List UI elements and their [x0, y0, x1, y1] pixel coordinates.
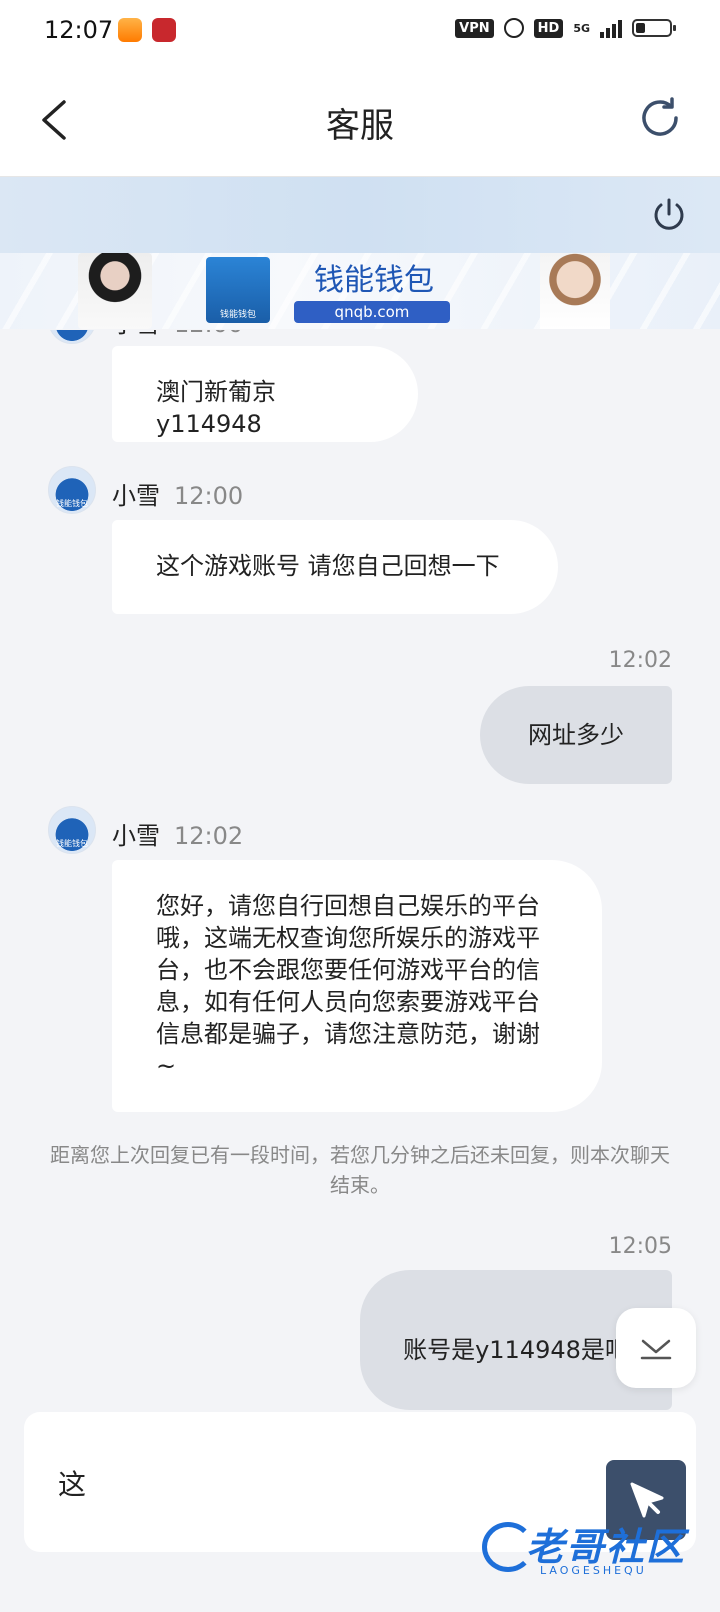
status-icons: VPN HD 5G	[455, 18, 676, 38]
outgoing-message: 网址多少	[480, 686, 672, 784]
status-bar: 12:07 VPN HD 5G	[0, 0, 720, 64]
chat-messages[interactable]: 小雪12:00 澳门新葡京 y114948 钱能钱包 小雪12:00 这个游戏账…	[0, 330, 720, 1410]
refresh-button[interactable]	[638, 96, 682, 144]
ad-banner[interactable]: 钱能钱包 钱能钱包 qnqb.com	[0, 253, 720, 329]
status-time: 12:07	[44, 16, 114, 44]
chevron-down-icon	[640, 1339, 672, 1360]
power-icon	[654, 198, 684, 230]
app-notification-icon	[152, 18, 176, 42]
message-sender: 小雪12:00	[112, 330, 243, 339]
nav-header: 客服	[0, 64, 720, 177]
incoming-message: 澳门新葡京 y114948	[112, 346, 418, 442]
watermark-logo: 老哥社区 LAOGESHEQU	[480, 1516, 700, 1588]
banner-logo: 钱能钱包	[206, 257, 270, 323]
agent-avatar: 钱能钱包	[48, 806, 96, 854]
refresh-icon	[642, 97, 678, 136]
banner-model-image	[78, 253, 152, 329]
session-bar	[0, 177, 720, 253]
banner-url: qnqb.com	[294, 301, 450, 323]
message-time: 12:05	[608, 1234, 672, 1259]
network-type: 5G	[573, 21, 590, 35]
agent-avatar	[48, 330, 96, 344]
scroll-to-bottom-button[interactable]	[616, 1308, 696, 1388]
banner-model-image	[540, 253, 610, 329]
signal-icon	[600, 18, 622, 38]
agent-avatar: 钱能钱包	[48, 466, 96, 514]
end-chat-button[interactable]	[652, 197, 686, 237]
timeout-notice: 距离您上次回复已有一段时间，若您几分钟之后还未回复，则本次聊天结束。	[50, 1143, 670, 1197]
vpn-icon: VPN	[455, 18, 494, 38]
alarm-icon	[503, 18, 524, 38]
app-notification-icon	[118, 18, 142, 42]
page-title: 客服	[326, 106, 394, 146]
message-input[interactable]	[56, 1452, 600, 1514]
incoming-message: 这个游戏账号 请您自己回想一下	[112, 520, 558, 614]
banner-brand: 钱能钱包	[314, 263, 434, 298]
hd-icon: HD	[533, 18, 564, 38]
message-sender: 小雪12:00	[112, 482, 244, 510]
battery-icon	[632, 19, 676, 37]
message-sender: 小雪 12:02	[112, 822, 244, 850]
message-time: 12:02	[608, 648, 672, 673]
incoming-message: 您好，请您自行回想自己娱乐的平台哦，这端无权查询您所娱乐的游戏平台，也不会跟您要…	[112, 860, 602, 1112]
